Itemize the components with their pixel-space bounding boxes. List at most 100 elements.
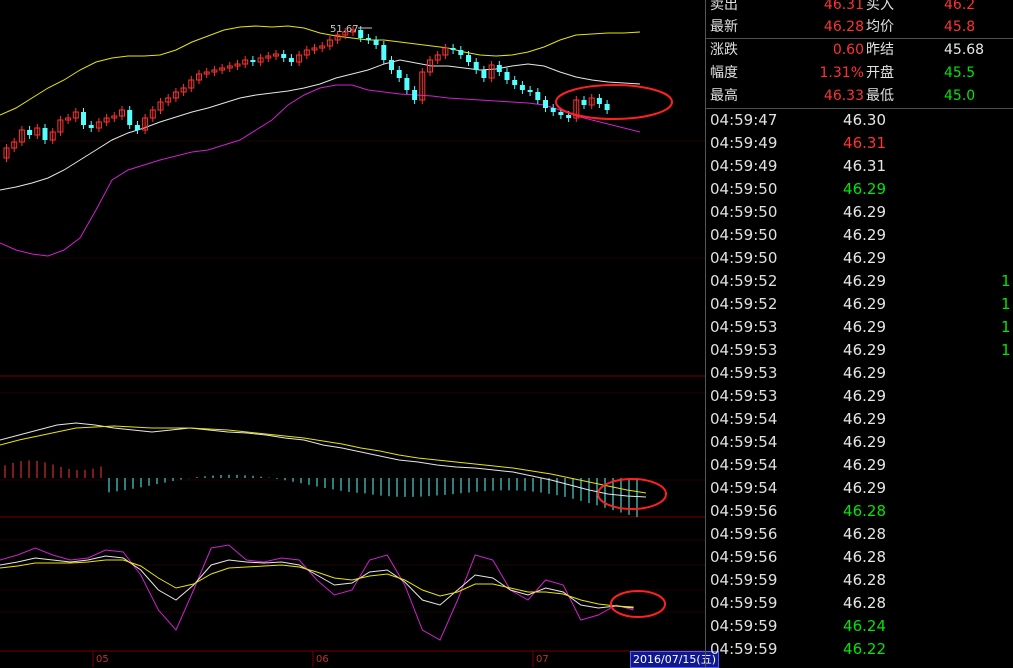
quote-label-2: 均价 [866, 19, 894, 35]
tick-time: 04:59:54 [710, 479, 778, 497]
chart-grid [0, 140, 705, 613]
quote-label-2: 买入 [866, 0, 894, 13]
candle-body [88, 125, 94, 128]
kdj-d-line [0, 559, 634, 608]
tick-price: 46.24 [843, 617, 886, 635]
tick-price: 46.28 [843, 548, 886, 566]
quote-value-2: 45.68 [944, 42, 985, 58]
tick-price: 46.28 [843, 525, 886, 543]
kdj-k-line [0, 555, 634, 609]
tick-price: 46.22 [843, 640, 886, 658]
month-label-07: 07 [536, 654, 549, 665]
candle-body [558, 112, 564, 115]
tick-time: 04:59:53 [710, 341, 778, 359]
candle-body [381, 45, 387, 60]
tick-price: 46.28 [843, 594, 886, 612]
tick-time: 04:59:56 [710, 548, 778, 566]
tick-volume: 1 [1001, 295, 1011, 313]
tick-time: 04:59:50 [710, 180, 778, 198]
candle-body [596, 98, 602, 104]
quote-label: 最高 [710, 88, 738, 104]
quote-value-2: 45.0 [944, 88, 976, 104]
candle-body [412, 90, 418, 100]
candle-body [134, 125, 140, 130]
quote-value-2: 45.5 [944, 65, 976, 81]
tick-time: 04:59:54 [710, 456, 778, 474]
quote-value: 1.31% [819, 65, 864, 81]
quote-label: 最新 [710, 19, 738, 35]
quote-value-2: 46.2 [944, 0, 976, 13]
candle-body [550, 108, 556, 112]
quote-row-pct: 幅度 1.31% 开盘 45.5 [706, 62, 1013, 84]
candle-body [604, 104, 610, 110]
tick-time: 04:59:59 [710, 594, 778, 612]
candle-body [543, 100, 548, 108]
chart-area[interactable]: 51.67 05 06 07 2016/07/15(五) [0, 0, 719, 668]
quote-panel: 卖出 46.31 买入 46.2 最新 46.28 均价 45.8 涨跌 0.6… [705, 0, 1013, 667]
tick-time: 04:59:53 [710, 387, 778, 405]
candle-body [581, 100, 587, 105]
candle-body [566, 115, 572, 118]
quote-label-2: 最低 [866, 88, 894, 104]
tick-time: 04:59:56 [710, 502, 778, 520]
candle-body [458, 50, 464, 55]
tick-price: 46.28 [843, 571, 886, 589]
quote-row-change: 涨跌 0.60 昨结 45.68 [706, 39, 1013, 61]
tick-price: 46.29 [843, 295, 886, 313]
tick-time: 04:59:53 [710, 318, 778, 336]
tick-time: 04:59:49 [710, 157, 778, 175]
tick-price: 46.29 [843, 226, 886, 244]
candle-body [504, 72, 510, 80]
tick-time: 04:59:59 [710, 640, 778, 658]
candle-body [519, 85, 525, 90]
tick-price: 46.29 [843, 272, 886, 290]
candle-body [481, 70, 487, 78]
quote-label-2: 开盘 [866, 65, 894, 81]
price-chart[interactable]: 51.67 05 06 07 [0, 0, 705, 667]
tick-price: 46.29 [843, 341, 886, 359]
candle-body [527, 90, 533, 92]
candle-body [404, 78, 410, 90]
candle-body [358, 30, 364, 38]
annotation-circle-kdj [610, 590, 666, 618]
quote-label: 涨跌 [710, 42, 738, 58]
tick-time: 04:59:50 [710, 226, 778, 244]
macd-histogram [4, 460, 638, 518]
quote-value-2: 45.8 [944, 19, 976, 35]
candle-body [373, 40, 379, 45]
month-label-05: 05 [96, 654, 109, 665]
quote-label: 幅度 [710, 65, 738, 81]
tick-price: 46.29 [843, 180, 886, 198]
tick-price: 46.29 [843, 203, 886, 221]
candle-body [281, 54, 287, 58]
candle-body [535, 92, 541, 100]
tick-price: 46.31 [843, 157, 886, 175]
candle-body [127, 110, 133, 125]
quote-value: 46.31 [823, 0, 864, 13]
candle-body [42, 128, 48, 140]
tick-time: 04:59:50 [710, 203, 778, 221]
tick-volume: 1 [1001, 318, 1011, 336]
tick-time: 04:59:53 [710, 364, 778, 382]
bollinger-lower-line [0, 84, 641, 257]
candle-body [473, 62, 479, 70]
candle-body [27, 130, 33, 135]
tick-time: 04:59:59 [710, 571, 778, 589]
candle-body [512, 80, 518, 85]
quote-row-high-low: 最高 46.33 最低 45.0 [706, 85, 1013, 107]
quote-label: 卖出 [710, 0, 738, 13]
tick-price: 46.29 [843, 410, 886, 428]
candle-body [250, 60, 256, 62]
tick-time: 04:59:52 [710, 272, 778, 290]
tick-volume: 1 [1001, 341, 1011, 359]
tick-price: 46.29 [843, 249, 886, 267]
candle-body [389, 60, 394, 70]
quote-value: 46.33 [823, 88, 864, 104]
tick-time: 04:59:59 [710, 617, 778, 635]
tick-price: 46.29 [843, 456, 886, 474]
candle-body [288, 58, 294, 62]
tick-time: 04:59:47 [710, 111, 778, 129]
tick-time: 04:59:49 [710, 134, 778, 152]
tick-time: 04:59:50 [710, 249, 778, 267]
candle-body [396, 70, 402, 78]
